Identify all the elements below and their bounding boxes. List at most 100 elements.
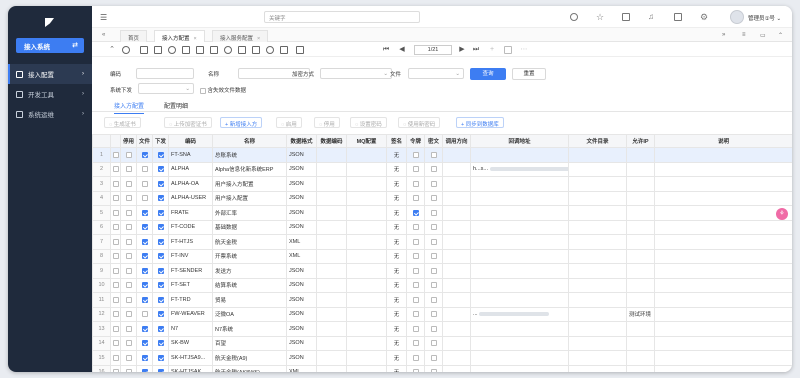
- column-header[interactable]: 名称: [212, 134, 287, 148]
- checkbox[interactable]: [430, 267, 437, 274]
- checkbox[interactable]: [412, 166, 419, 173]
- checkbox[interactable]: [430, 282, 437, 289]
- token-cell[interactable]: [406, 364, 425, 372]
- refresh-icon[interactable]: [266, 46, 274, 54]
- checkbox[interactable]: [125, 267, 132, 274]
- checkbox[interactable]: [141, 253, 148, 260]
- checkbox[interactable]: [141, 325, 148, 332]
- encoding-cell[interactable]: [316, 263, 347, 279]
- cipher-cell[interactable]: [424, 263, 443, 279]
- cipher-cell[interactable]: [424, 176, 443, 192]
- name-cell[interactable]: 外部汇率: [212, 205, 287, 221]
- direction-cell[interactable]: [442, 321, 471, 337]
- file-icon[interactable]: [504, 46, 512, 54]
- callback-cell[interactable]: [470, 248, 569, 264]
- callback-cell[interactable]: [470, 350, 569, 366]
- note-cell[interactable]: [654, 176, 792, 192]
- file-cell[interactable]: [136, 292, 153, 308]
- close-icon[interactable]: ×: [194, 36, 197, 42]
- format-cell[interactable]: JSON: [286, 350, 317, 366]
- search-input[interactable]: 关键字: [264, 11, 420, 23]
- mq-cell[interactable]: [346, 321, 387, 337]
- token-cell[interactable]: [406, 190, 425, 206]
- directory-cell[interactable]: [568, 350, 627, 366]
- checkbox[interactable]: [157, 296, 164, 303]
- encoding-cell[interactable]: [316, 277, 347, 293]
- gear-icon[interactable]: ⚙: [700, 13, 708, 22]
- code-cell[interactable]: SK-HTJSA9...: [168, 350, 213, 366]
- sign-cell[interactable]: 无: [386, 234, 407, 250]
- help-icon[interactable]: [168, 46, 176, 54]
- directory-cell[interactable]: [568, 292, 627, 308]
- row-select-cell[interactable]: [110, 292, 121, 308]
- file-cell[interactable]: [136, 176, 153, 192]
- format-cell[interactable]: JSON: [286, 176, 317, 192]
- name-cell[interactable]: 用户接入方配置: [212, 176, 287, 192]
- checkbox[interactable]: [412, 180, 419, 187]
- direction-cell[interactable]: [442, 335, 471, 351]
- format-cell[interactable]: JSON: [286, 263, 317, 279]
- checkbox[interactable]: [141, 238, 148, 245]
- token-cell[interactable]: [406, 219, 425, 235]
- callback-cell[interactable]: [470, 190, 569, 206]
- checkbox[interactable]: [125, 238, 132, 245]
- checkbox[interactable]: [430, 340, 437, 347]
- checkbox[interactable]: [157, 311, 164, 318]
- table-row[interactable]: 7 FT-HTJS 航天金税 XML 无: [92, 234, 792, 250]
- checkbox[interactable]: [113, 151, 119, 158]
- name-cell[interactable]: N7系统: [212, 321, 287, 337]
- dispatch-cell[interactable]: [152, 205, 169, 221]
- dispatch-cell[interactable]: [152, 176, 169, 192]
- column-header[interactable]: 令牌: [406, 134, 425, 148]
- stop-cell[interactable]: [120, 364, 137, 372]
- ip-cell[interactable]: [626, 161, 655, 177]
- column-header[interactable]: MQ配置: [346, 134, 387, 148]
- sign-cell[interactable]: 无: [386, 190, 407, 206]
- stop-cell[interactable]: [120, 190, 137, 206]
- note-cell[interactable]: [654, 248, 792, 264]
- reset-button[interactable]: 重置: [512, 68, 546, 80]
- tab[interactable]: 首页: [120, 30, 148, 42]
- mq-cell[interactable]: [346, 147, 387, 163]
- format-cell[interactable]: JSON: [286, 277, 317, 293]
- direction-cell[interactable]: [442, 364, 471, 372]
- format-cell[interactable]: JSON: [286, 219, 317, 235]
- file-cell[interactable]: [136, 335, 153, 351]
- mq-cell[interactable]: [346, 248, 387, 264]
- action-button[interactable]: ◌ 启用: [276, 117, 302, 128]
- checkbox[interactable]: [430, 180, 437, 187]
- checkbox[interactable]: [141, 369, 148, 372]
- page-indicator[interactable]: 1/21: [414, 45, 452, 55]
- mq-cell[interactable]: [346, 219, 387, 235]
- row-select-cell[interactable]: [110, 190, 121, 206]
- checkbox[interactable]: [157, 209, 164, 216]
- encoding-cell[interactable]: [316, 306, 347, 322]
- direction-cell[interactable]: [442, 248, 471, 264]
- ip-cell[interactable]: [626, 248, 655, 264]
- checkbox[interactable]: [141, 340, 148, 347]
- token-cell[interactable]: [406, 205, 425, 221]
- mq-cell[interactable]: [346, 335, 387, 351]
- directory-cell[interactable]: [568, 176, 627, 192]
- directory-cell[interactable]: [568, 147, 627, 163]
- subtab[interactable]: 配置明细: [164, 101, 188, 113]
- star-icon[interactable]: ☆: [596, 13, 604, 22]
- column-header[interactable]: 说明: [654, 134, 792, 148]
- dispatch-cell[interactable]: [152, 263, 169, 279]
- checkbox[interactable]: [141, 195, 148, 202]
- last-page-icon[interactable]: ⏭: [472, 46, 480, 54]
- checkbox[interactable]: [113, 267, 119, 274]
- dispatch-cell[interactable]: [152, 147, 169, 163]
- first-page-icon[interactable]: ⏮: [382, 46, 390, 54]
- direction-cell[interactable]: [442, 350, 471, 366]
- checkbox[interactable]: [141, 166, 148, 173]
- table-row[interactable]: 10 FT-SET 结算系统 JSON 无: [92, 277, 792, 293]
- stop-cell[interactable]: [120, 292, 137, 308]
- checkbox[interactable]: [141, 209, 148, 216]
- mq-cell[interactable]: [346, 161, 387, 177]
- checkbox[interactable]: [430, 253, 437, 260]
- file-cell[interactable]: [136, 190, 153, 206]
- mq-cell[interactable]: [346, 350, 387, 366]
- row-select-cell[interactable]: [110, 321, 121, 337]
- dispatch-cell[interactable]: [152, 306, 169, 322]
